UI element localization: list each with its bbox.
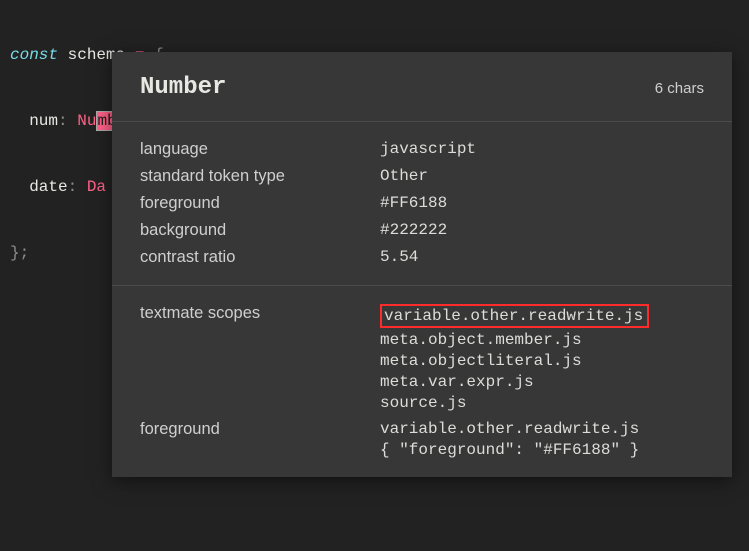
info-label: background xyxy=(140,221,380,240)
colon: : xyxy=(58,112,68,130)
scope-entry: meta.var.expr.js xyxy=(380,373,704,391)
property-date: date xyxy=(29,178,67,196)
keyword-const: const xyxy=(10,46,58,64)
token-info-grid: languagejavascriptstandard token typeOth… xyxy=(112,122,732,285)
info-label: foreground xyxy=(140,194,380,213)
foreground-rule-line: { "foreground": "#FF6188" } xyxy=(380,441,704,459)
scope-entry: source.js xyxy=(380,394,704,412)
info-value: Other xyxy=(380,167,704,186)
info-label: standard token type xyxy=(140,167,380,186)
info-value: 5.54 xyxy=(380,248,704,267)
property-num: num xyxy=(29,112,58,130)
tooltip-header: Number 6 chars xyxy=(112,52,732,121)
foreground-rule-list: variable.other.readwrite.js { "foreground… xyxy=(380,420,704,459)
colon: : xyxy=(68,178,78,196)
foreground-rule-line: variable.other.readwrite.js xyxy=(380,420,704,438)
scope-inspector-tooltip: Number 6 chars languagejavascriptstandar… xyxy=(112,52,732,477)
textmate-scopes-list: variable.other.readwrite.js meta.object.m… xyxy=(380,304,704,412)
char-count: 6 chars xyxy=(655,80,704,97)
scopes-grid: textmate scopes variable.other.readwrite… xyxy=(112,286,732,477)
scope-entry: meta.object.member.js xyxy=(380,331,704,349)
info-value: #FF6188 xyxy=(380,194,704,213)
info-label: language xyxy=(140,140,380,159)
scope-entry: variable.other.readwrite.js xyxy=(380,304,704,328)
info-value: javascript xyxy=(380,140,704,159)
label-foreground-rule: foreground xyxy=(140,420,380,459)
highlighted-scope: variable.other.readwrite.js xyxy=(380,304,649,328)
info-value: #222222 xyxy=(380,221,704,240)
label-textmate-scopes: textmate scopes xyxy=(140,304,380,412)
info-label: contrast ratio xyxy=(140,248,380,267)
scope-entry: meta.objectliteral.js xyxy=(380,352,704,370)
token-da: Da xyxy=(87,178,106,196)
brace-close: }; xyxy=(10,244,29,262)
inspected-token-title: Number xyxy=(140,74,226,101)
